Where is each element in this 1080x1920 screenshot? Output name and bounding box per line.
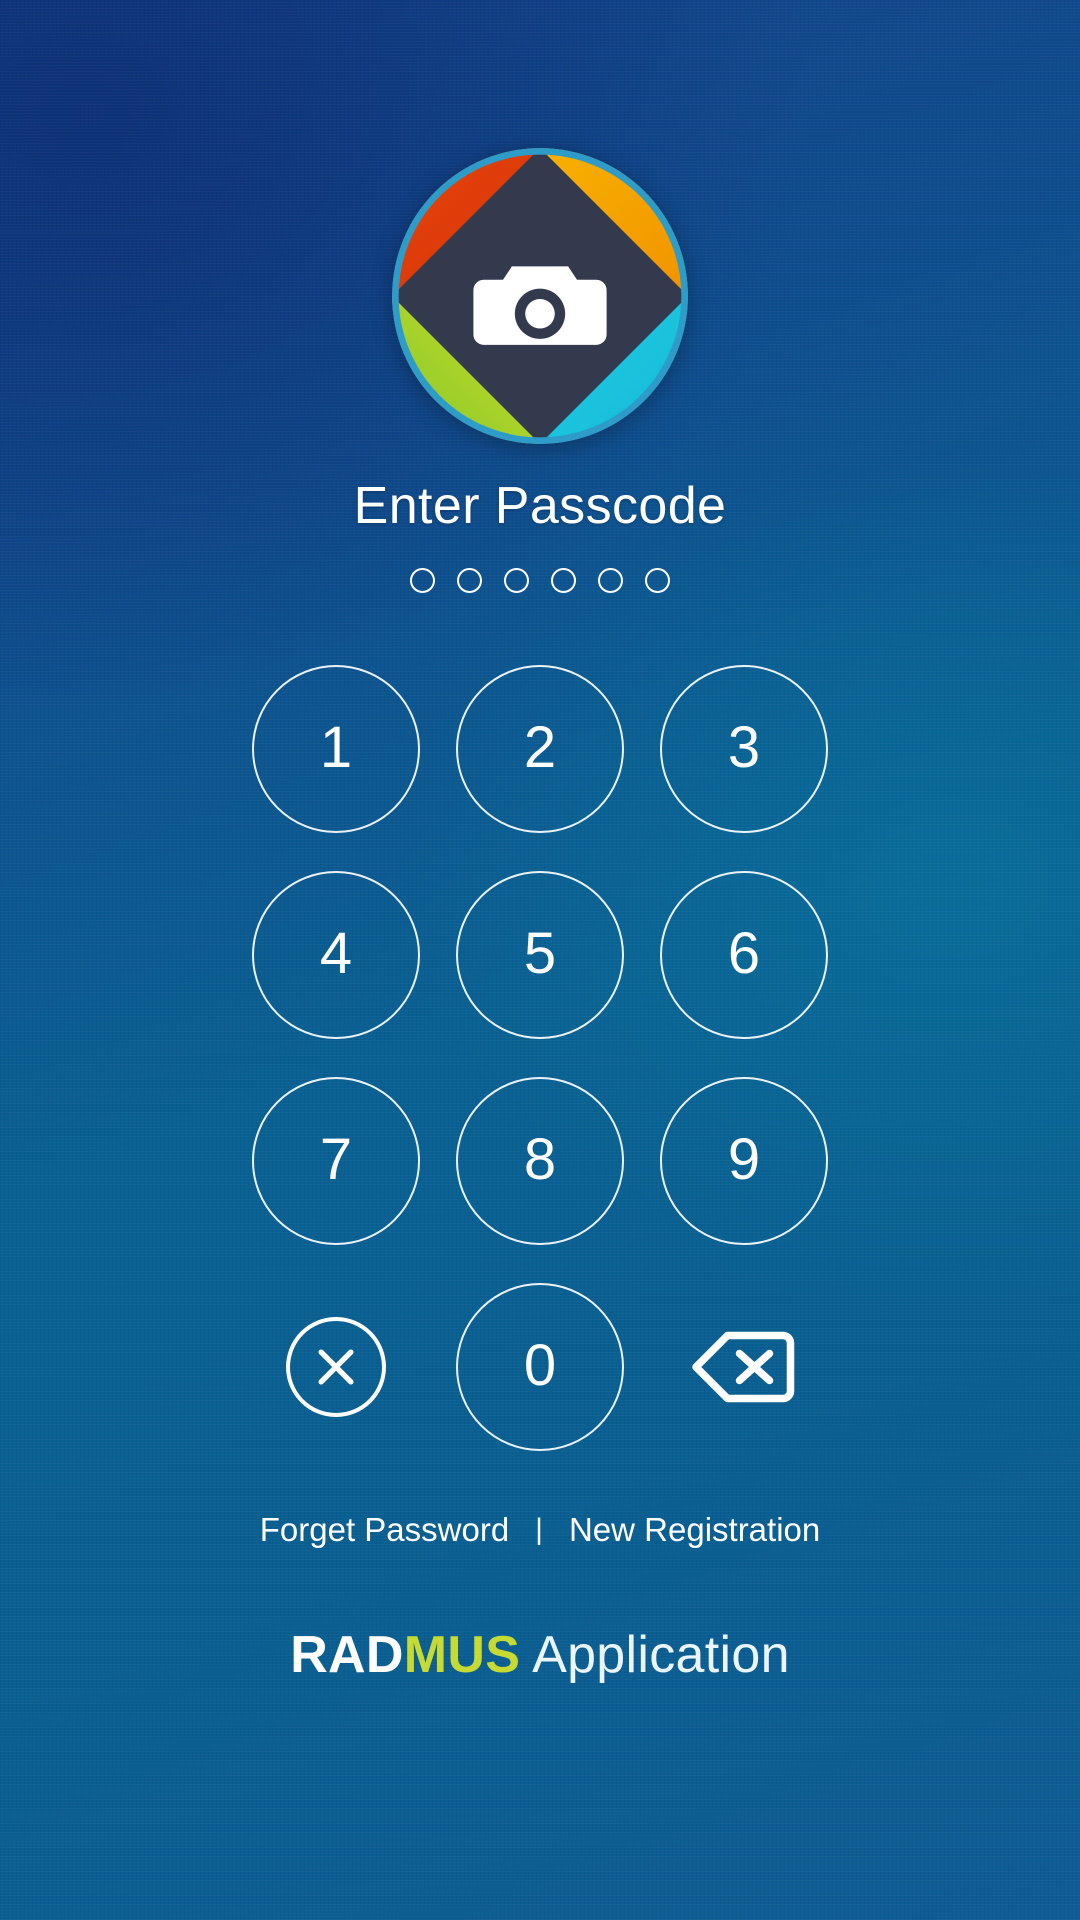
passcode-dot <box>410 568 435 593</box>
keypad-cell: 9 <box>660 1069 828 1253</box>
passcode-dot <box>645 568 670 593</box>
brand-accent: MUS <box>403 1626 521 1684</box>
numeric-keypad: 1 2 3 4 5 6 7 8 9 0 <box>252 657 828 1459</box>
key-8[interactable]: 8 <box>456 1077 624 1245</box>
key-3[interactable]: 3 <box>660 665 828 833</box>
page-title: Enter Passcode <box>353 477 727 535</box>
keypad-cell: 7 <box>252 1069 420 1253</box>
close-circle-icon <box>309 1340 363 1394</box>
link-separator: | <box>535 1513 543 1546</box>
brand-wordmark: RADMUS Application <box>290 1625 790 1685</box>
keypad-cell: 5 <box>456 863 624 1047</box>
key-6[interactable]: 6 <box>660 871 828 1039</box>
forget-password-link[interactable]: Forget Password <box>260 1511 509 1549</box>
lock-screen: Enter Passcode 1 2 3 4 5 6 7 8 9 0 Forge… <box>0 0 1080 1920</box>
key-9[interactable]: 9 <box>660 1077 828 1245</box>
app-logo <box>392 148 688 444</box>
passcode-dot <box>598 568 623 593</box>
key-0[interactable]: 0 <box>456 1283 624 1451</box>
keypad-cell: 0 <box>456 1275 624 1459</box>
passcode-indicator <box>410 568 670 593</box>
brand-primary: RAD <box>290 1626 404 1684</box>
keypad-cell: 4 <box>252 863 420 1047</box>
key-5[interactable]: 5 <box>456 871 624 1039</box>
key-7[interactable]: 7 <box>252 1077 420 1245</box>
key-4[interactable]: 4 <box>252 871 420 1039</box>
passcode-dot <box>551 568 576 593</box>
keypad-cell <box>660 1275 828 1459</box>
footer-links: Forget Password | New Registration <box>260 1511 821 1549</box>
backspace-button[interactable] <box>686 1324 802 1410</box>
keypad-cell: 2 <box>456 657 624 841</box>
passcode-dot <box>504 568 529 593</box>
keypad-cell: 1 <box>252 657 420 841</box>
cancel-button[interactable] <box>286 1317 386 1417</box>
key-1[interactable]: 1 <box>252 665 420 833</box>
key-2[interactable]: 2 <box>456 665 624 833</box>
keypad-cell: 3 <box>660 657 828 841</box>
keypad-cell <box>252 1275 420 1459</box>
brand-suffix: Application <box>520 1626 790 1684</box>
backspace-icon <box>690 1328 798 1406</box>
keypad-cell: 6 <box>660 863 828 1047</box>
passcode-dot <box>457 568 482 593</box>
new-registration-link[interactable]: New Registration <box>569 1511 820 1549</box>
keypad-cell: 8 <box>456 1069 624 1253</box>
